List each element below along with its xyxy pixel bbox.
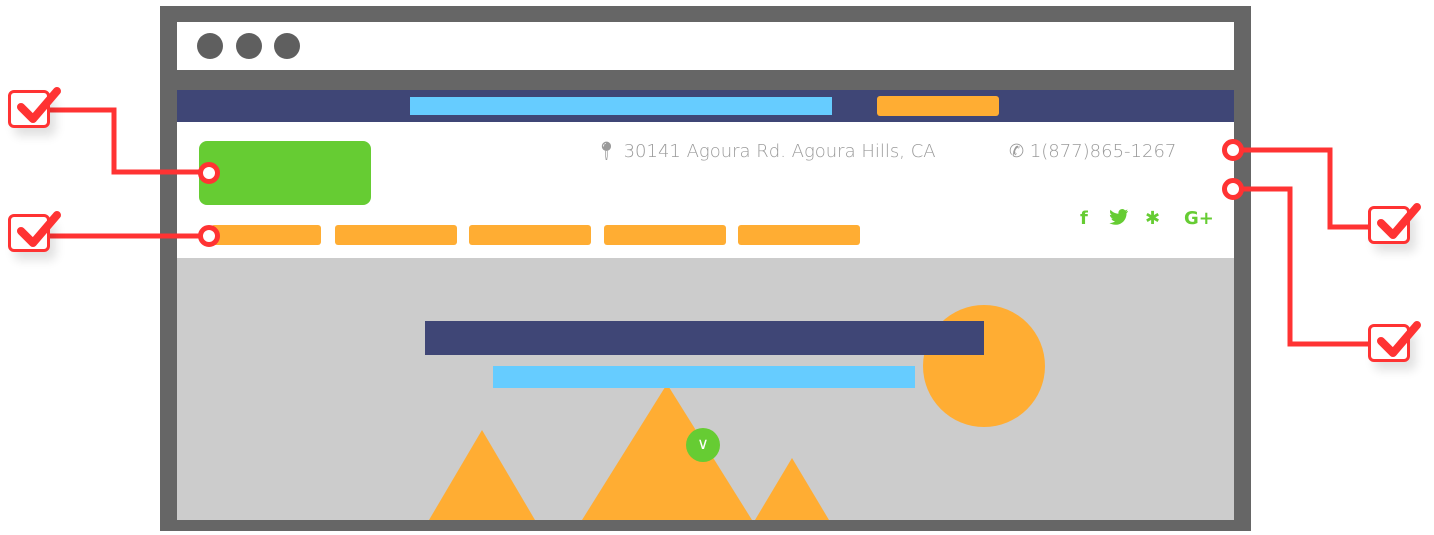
callout-marker-logo (198, 162, 220, 184)
callout-line-logo (45, 107, 209, 175)
callout-marker-social (1222, 178, 1244, 200)
checkbox-icon-social (1368, 321, 1421, 362)
callout-line-social (1233, 186, 1373, 347)
callout-lines (45, 107, 1373, 347)
checkbox-icon-contact (1368, 203, 1421, 244)
checkbox-icon-logo (8, 87, 61, 128)
callout-marker-contact (1222, 139, 1244, 161)
callout-marker-nav (198, 225, 220, 247)
checkbox-icon-nav (8, 211, 61, 252)
